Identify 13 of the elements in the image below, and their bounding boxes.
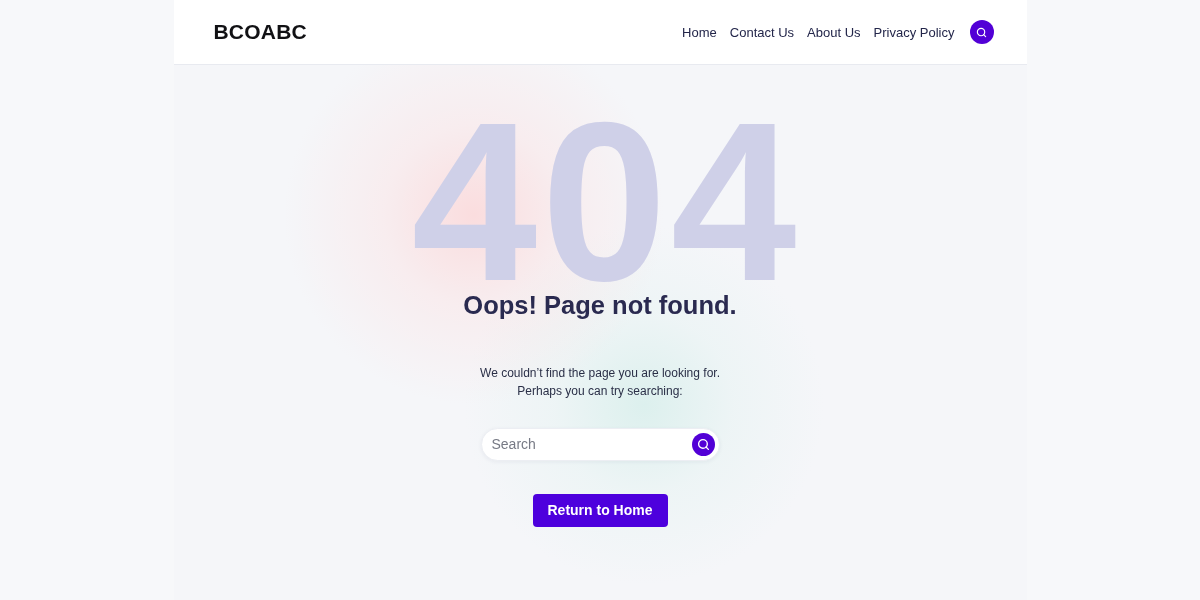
nav-link[interactable]: Contact Us xyxy=(729,24,795,40)
return-home-button[interactable]: Return to Home xyxy=(532,493,668,527)
error-message: We couldn’t find the page you are looking for. xyxy=(480,364,720,382)
nav-link[interactable]: About Us xyxy=(807,24,861,40)
nav-link[interactable]: Privacy Policy xyxy=(873,24,955,40)
search-icon xyxy=(976,26,987,38)
search-icon xyxy=(696,437,710,451)
site-logo[interactable]: BCOABC xyxy=(213,20,307,44)
search-prompt: Perhaps you can try searching: xyxy=(517,382,683,400)
nav-link[interactable]: Home xyxy=(682,24,717,40)
error-title: Oops! Page not found. xyxy=(463,290,737,320)
search-button[interactable] xyxy=(969,20,994,44)
search-field[interactable]: Search xyxy=(480,427,720,461)
